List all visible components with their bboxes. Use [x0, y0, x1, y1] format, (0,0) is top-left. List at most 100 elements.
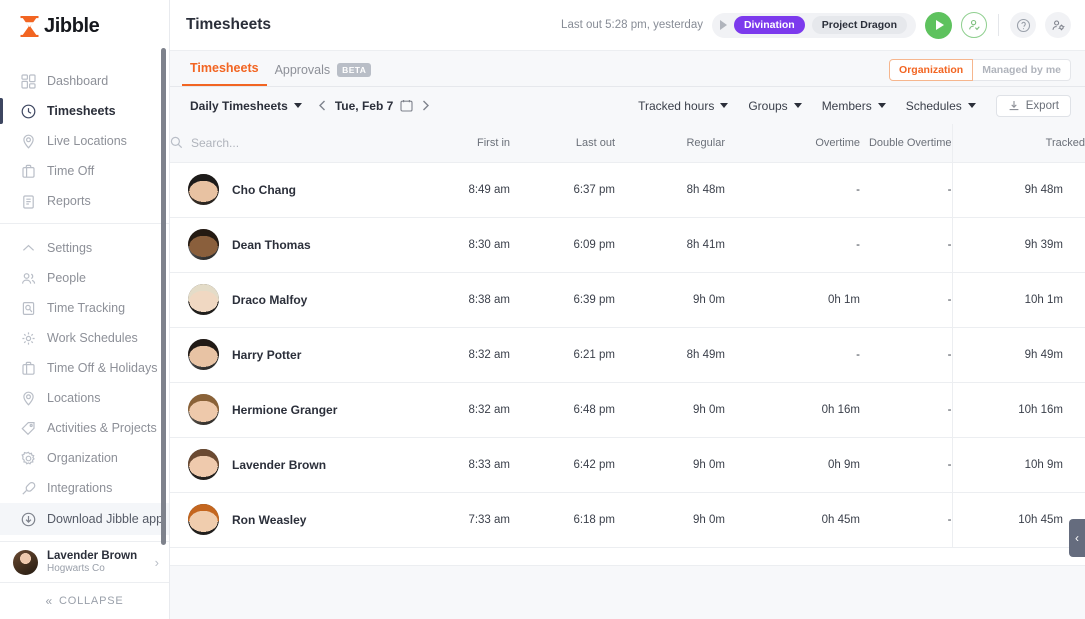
- tab-label: Approvals: [275, 63, 331, 77]
- tab-timesheets[interactable]: Timesheets: [182, 61, 267, 86]
- member-cell: Ron Weasley: [170, 492, 420, 547]
- table-row[interactable]: Lavender Brown8:33 am6:42 pm9h 0m0h 9m-1…: [170, 437, 1085, 492]
- user-check-button[interactable]: [961, 12, 987, 38]
- sidebar: Jibble Dashboard Timeshe: [0, 0, 170, 619]
- sidebar-item-label: Time Off & Holidays: [47, 361, 157, 375]
- cell-last-out: 6:48 pm: [510, 382, 615, 437]
- tracked-hours-dropdown[interactable]: Tracked hours: [630, 99, 736, 113]
- beta-badge: BETA: [337, 63, 371, 77]
- sidebar-item-activities-projects[interactable]: Activities & Projects: [0, 413, 169, 443]
- table-row[interactable]: Cho Chang8:49 am6:37 pm8h 48m--9h 48m: [170, 162, 1085, 217]
- groups-label: Groups: [748, 99, 787, 113]
- schedules-dropdown[interactable]: Schedules: [898, 99, 984, 113]
- header-divider: [998, 14, 999, 36]
- cell-tracked: 10h 1m: [952, 272, 1085, 327]
- project-chip[interactable]: Project Dragon: [812, 16, 907, 34]
- app-logo-text: Jibble: [44, 15, 99, 38]
- filter-bar: Daily Timesheets Tue, Feb 7: [170, 87, 1085, 124]
- sidebar-item-label: Integrations: [47, 481, 112, 495]
- app-logo[interactable]: Jibble: [0, 0, 169, 52]
- tab-label: Timesheets: [190, 61, 259, 75]
- sidebar-item-download-app[interactable]: Download Jibble app: [0, 503, 169, 535]
- cell-first-in: 8:32 am: [420, 327, 510, 382]
- cell-double-overtime: -: [860, 437, 952, 492]
- sidebar-item-locations[interactable]: Locations: [0, 383, 169, 413]
- view-type-dropdown[interactable]: Daily Timesheets: [182, 99, 310, 113]
- groups-dropdown[interactable]: Groups: [740, 99, 809, 113]
- sidebar-item-work-schedules[interactable]: Work Schedules: [0, 323, 169, 353]
- sidebar-item-reports[interactable]: Reports: [0, 186, 169, 216]
- header-controls: Last out 5:28 pm, yesterday Divination P…: [561, 12, 1071, 39]
- chevron-right-icon: [421, 100, 430, 111]
- sidebar-user-name: Lavender Brown: [47, 550, 155, 563]
- avatar: [188, 339, 219, 370]
- sidebar-item-time-tracking[interactable]: Time Tracking: [0, 293, 169, 323]
- sidebar-item-live-locations[interactable]: Live Locations: [0, 126, 169, 156]
- pin-icon: [20, 133, 37, 150]
- settings-user-button[interactable]: [1045, 12, 1071, 38]
- sidebar-item-dashboard[interactable]: Dashboard: [0, 66, 169, 96]
- sidebar-item-people[interactable]: People: [0, 263, 169, 293]
- cell-overtime: 0h 9m: [725, 437, 860, 492]
- table-row[interactable]: Dean Thomas8:30 am6:09 pm8h 41m--9h 39m: [170, 217, 1085, 272]
- scope-option-managed-by-me[interactable]: Managed by me: [973, 59, 1071, 81]
- chevron-left-icon: ‹: [1075, 531, 1079, 545]
- side-panel-toggle[interactable]: ‹: [1069, 519, 1085, 557]
- table-row[interactable]: Hermione Granger8:32 am6:48 pm9h 0m0h 16…: [170, 382, 1085, 437]
- sidebar-scrollbar[interactable]: [161, 48, 166, 545]
- cell-double-overtime: -: [860, 217, 952, 272]
- chevron-down-icon: [720, 103, 728, 108]
- search-placeholder: Search...: [191, 136, 239, 150]
- play-icon: [720, 20, 727, 30]
- column-header-regular[interactable]: Regular: [615, 124, 725, 162]
- cell-overtime: -: [725, 217, 860, 272]
- members-dropdown[interactable]: Members: [814, 99, 894, 113]
- play-button-icon: [936, 20, 944, 30]
- member-name: Lavender Brown: [232, 458, 326, 472]
- sidebar-item-label: Live Locations: [47, 134, 127, 148]
- export-button[interactable]: Export: [996, 95, 1071, 117]
- sidebar-item-timesheets[interactable]: Timesheets: [0, 96, 169, 126]
- sidebar-collapse-button[interactable]: « COLLAPSE: [0, 583, 169, 619]
- column-header-double-overtime[interactable]: Double Overtime: [860, 124, 952, 162]
- table-row[interactable]: Draco Malfoy8:38 am6:39 pm9h 0m0h 1m-10h…: [170, 272, 1085, 327]
- clipboard-icon: [20, 193, 37, 210]
- column-header-overtime[interactable]: Overtime: [725, 124, 860, 162]
- scope-option-organization[interactable]: Organization: [889, 59, 973, 81]
- cell-regular: 9h 0m: [615, 382, 725, 437]
- column-header-last-out[interactable]: Last out: [510, 124, 615, 162]
- cell-first-in: 8:38 am: [420, 272, 510, 327]
- table-row[interactable]: Ron Weasley7:33 am6:18 pm9h 0m0h 45m-10h…: [170, 492, 1085, 547]
- member-identity: Dean Thomas: [188, 229, 420, 260]
- member-name: Cho Chang: [232, 183, 296, 197]
- sidebar-item-organization[interactable]: Organization: [0, 443, 169, 473]
- search-header-cell[interactable]: Search...: [170, 124, 420, 162]
- tab-approvals[interactable]: Approvals BETA: [267, 63, 380, 86]
- top-header: Timesheets Last out 5:28 pm, yesterday D…: [170, 0, 1085, 51]
- cell-double-overtime: -: [860, 327, 952, 382]
- avatar: [188, 229, 219, 260]
- sidebar-item-settings[interactable]: Settings: [0, 233, 169, 263]
- briefcase-icon: [20, 360, 37, 377]
- timer-selection-pill[interactable]: Divination Project Dragon: [712, 13, 916, 38]
- sidebar-user-profile[interactable]: Lavender Brown Hogwarts Co ›: [0, 541, 169, 583]
- column-header-first-in[interactable]: First in: [420, 124, 510, 162]
- activity-chip[interactable]: Divination: [734, 16, 805, 34]
- table-row[interactable]: Harry Potter8:32 am6:21 pm8h 49m--9h 49m: [170, 327, 1085, 382]
- filter-bar-right: Tracked hours Groups Members Schedules: [630, 95, 1071, 117]
- search-input[interactable]: Search...: [170, 136, 420, 150]
- member-name: Harry Potter: [232, 348, 301, 362]
- cell-double-overtime: -: [860, 492, 952, 547]
- table-footer-area: [170, 565, 1085, 619]
- sidebar-item-label: Settings: [47, 241, 92, 255]
- sidebar-item-time-off-holidays[interactable]: Time Off & Holidays: [0, 353, 169, 383]
- column-header-tracked[interactable]: Tracked: [952, 124, 1085, 162]
- next-date-button[interactable]: [413, 100, 438, 111]
- start-timer-button[interactable]: [925, 12, 952, 39]
- sidebar-divider: [0, 223, 169, 224]
- sidebar-item-time-off[interactable]: Time Off: [0, 156, 169, 186]
- help-button[interactable]: [1010, 12, 1036, 38]
- sidebar-item-integrations[interactable]: Integrations: [0, 473, 169, 503]
- date-picker[interactable]: Tue, Feb 7: [335, 99, 413, 113]
- prev-date-button[interactable]: [310, 100, 335, 111]
